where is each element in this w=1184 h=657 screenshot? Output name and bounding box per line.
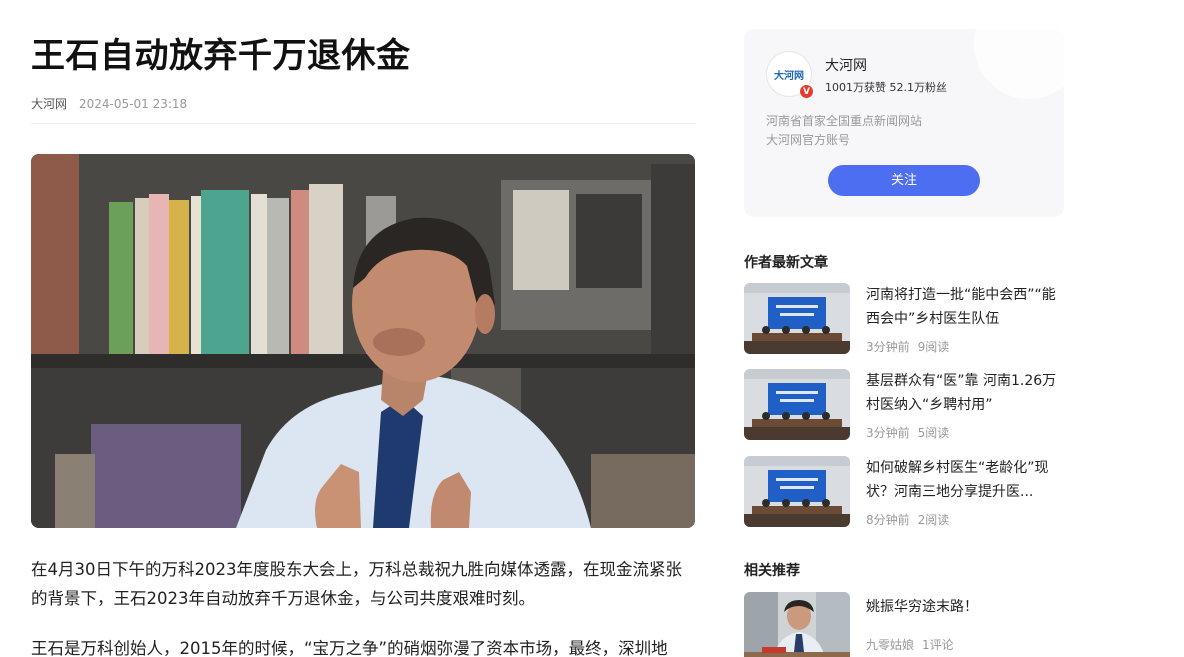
thumbnail-image [744,456,850,527]
article-thumbnail[interactable] [744,283,850,354]
article-thumbnail[interactable] [744,592,850,657]
related-comments: 1评论 [922,638,954,652]
author-desc-line: 河南省首家全国重点新闻网站 [766,114,923,128]
author-stats: 1001万获赞 52.1万粉丝 [825,79,947,95]
author-logo: 大河网 [774,70,804,82]
hero-photo [31,154,695,528]
article-reads: 2阅读 [917,513,950,527]
article-reads: 5阅读 [917,426,950,440]
article-time: 3分钟前 [866,340,910,354]
thumbnail-image [744,592,850,657]
article-paragraph: 王石是万科创始人，2015年的时候，“宝万之争”的硝烟弥漫了资本市场，最终，深圳… [31,639,668,657]
card-decoration [974,29,1064,99]
latest-article-title[interactable]: 河南将打造一批“能中会西”“能西会中”乡村医生队伍 [866,283,1064,331]
author-name[interactable]: 大河网 [825,55,867,75]
thumbnail-image [744,369,850,440]
meta-divider [31,123,696,124]
related-article-title[interactable]: 姚振华穷途末路！ [866,595,1064,619]
author-avatar[interactable]: 大河网 V [766,51,814,99]
related-article-meta: 九零姑娘 1评论 [866,636,954,653]
latest-article-title[interactable]: 如何破解乡村医生“老龄化”现状？河南三地分享提升医... [866,456,1064,504]
article-title: 王石自动放弃千万退休金 [31,36,411,76]
latest-articles-heading: 作者最新文章 [744,255,828,271]
article-paragraph: 在4月30日下午的万科2023年度股东大会上，万科总裁祝九胜向媒体透露，在现金流… [31,560,682,608]
article-meta: 大河网 2024-05-01 23:18 [31,95,187,112]
article-time: 8分钟前 [866,513,910,527]
latest-article-meta: 8分钟前 2阅读 [866,511,949,528]
article-time: 3分钟前 [866,426,910,440]
latest-article-item[interactable]: 河南将打造一批“能中会西”“能西会中”乡村医生队伍 3分钟前 9阅读 [744,283,1064,355]
latest-article-item[interactable]: 如何破解乡村医生“老龄化”现状？河南三地分享提升医... 8分钟前 2阅读 [744,456,1064,528]
thumbnail-image [744,283,850,354]
author-fans: 52.1万粉丝 [889,81,948,94]
author-description: 河南省首家全国重点新闻网站 大河网官方账号 [766,112,922,150]
verified-badge-icon: V [799,84,814,99]
related-author[interactable]: 九零姑娘 [866,638,914,652]
latest-article-meta: 3分钟前 9阅读 [866,338,949,355]
latest-article-item[interactable]: 基层群众有“医”靠 河南1.26万村医纳入“乡聘村用” 3分钟前 5阅读 [744,369,1064,441]
latest-article-meta: 3分钟前 5阅读 [866,424,949,441]
latest-article-title[interactable]: 基层群众有“医”靠 河南1.26万村医纳入“乡聘村用” [866,369,1064,417]
related-heading: 相关推荐 [744,563,800,579]
author-likes: 1001万获赞 [825,81,886,94]
related-article-item[interactable]: 姚振华穷途末路！ 九零姑娘 1评论 [744,592,1064,657]
follow-button[interactable]: 关注 [828,165,980,196]
author-desc-line: 大河网官方账号 [766,133,851,147]
article-source[interactable]: 大河网 [31,97,67,111]
article-hero-image[interactable] [31,154,695,528]
article-date: 2024-05-01 23:18 [79,97,188,111]
article-reads: 9阅读 [917,340,950,354]
article-thumbnail[interactable] [744,369,850,440]
author-card: 大河网 V 大河网 1001万获赞 52.1万粉丝 河南省首家全国重点新闻网站 … [744,29,1064,217]
article-thumbnail[interactable] [744,456,850,527]
